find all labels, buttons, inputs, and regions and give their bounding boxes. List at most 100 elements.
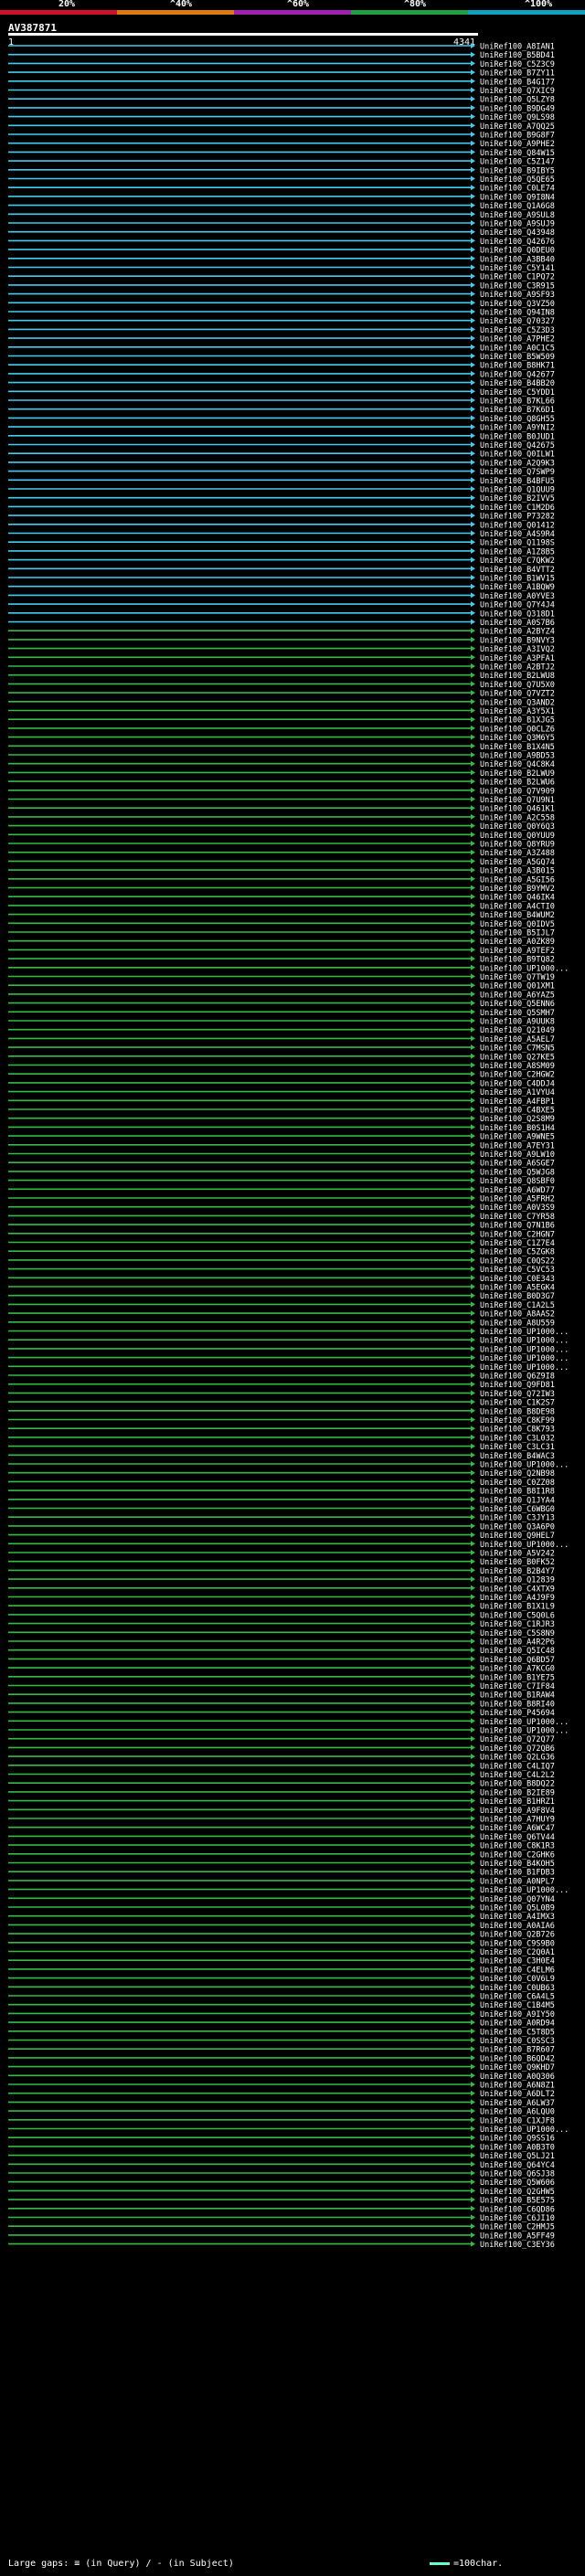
hit-id-link[interactable]: UniRef100_C7MSN5 — [480, 1044, 555, 1054]
hit-id-link[interactable]: UniRef100_B2IE89 — [480, 1788, 555, 1797]
hit-row[interactable]: UniRef100_C2HMJ5 — [8, 2223, 555, 2232]
hit-id-link[interactable]: UniRef100_Q46IK4 — [480, 894, 555, 903]
hit-row[interactable]: UniRef100_C6A4L5 — [8, 1993, 555, 2002]
hit-id-link[interactable]: UniRef100_A6WD77 — [480, 1186, 555, 1195]
hit-row[interactable]: UniRef100_B1RAW4 — [8, 1691, 555, 1701]
hit-id-link[interactable]: UniRef100_Q94IN8 — [480, 309, 555, 318]
hit-row[interactable]: UniRef100_A9F8V4 — [8, 1807, 555, 1816]
hit-row[interactable]: UniRef100_B2LWU8 — [8, 672, 555, 681]
hit-id-link[interactable]: UniRef100_Q0YUU9 — [480, 832, 555, 841]
hit-row[interactable]: UniRef100_B4WUM2 — [8, 911, 555, 920]
hit-id-link[interactable]: UniRef100_Q7XIC9 — [480, 87, 555, 96]
hit-row[interactable]: UniRef100_A8U559 — [8, 1319, 555, 1328]
hit-id-link[interactable]: UniRef100_A7QQ25 — [480, 122, 555, 132]
hit-row[interactable]: UniRef100_A6SGE7 — [8, 1160, 555, 1169]
hit-row[interactable]: UniRef100_Q461K1 — [8, 805, 555, 814]
hit-id-link[interactable]: UniRef100_C5S8N9 — [480, 1629, 555, 1638]
hit-id-link[interactable]: UniRef100_A9IY50 — [480, 2010, 555, 2019]
hit-row[interactable]: UniRef100_Q72QB6 — [8, 1744, 555, 1754]
hit-row[interactable]: UniRef100_A8IAN1 — [8, 43, 555, 52]
hit-row[interactable]: UniRef100_B4WAC3 — [8, 1452, 555, 1461]
hit-row[interactable]: UniRef100_B1X1L9 — [8, 1603, 555, 1612]
hit-id-link[interactable]: UniRef100_A5V242 — [480, 1550, 555, 1559]
hit-id-link[interactable]: UniRef100_Q8SBF0 — [480, 1177, 555, 1186]
hit-id-link[interactable]: UniRef100_B1X1L9 — [480, 1603, 555, 1612]
hit-id-link[interactable]: UniRef100_Q72IW3 — [480, 1390, 555, 1399]
hit-row[interactable]: UniRef100_B1YE75 — [8, 1673, 555, 1682]
hit-row[interactable]: UniRef100_Q46IK4 — [8, 894, 555, 903]
hit-row[interactable]: UniRef100_Q6TV44 — [8, 1833, 555, 1842]
hit-row[interactable]: UniRef100_Q9HEL7 — [8, 1532, 555, 1541]
hit-id-link[interactable]: UniRef100_A5AEL7 — [480, 1035, 555, 1044]
hit-row[interactable]: UniRef100_C4LIQ7 — [8, 1762, 555, 1771]
hit-id-link[interactable]: UniRef100_A6DLT2 — [480, 2090, 555, 2099]
hit-id-link[interactable]: UniRef100_Q42676 — [480, 238, 555, 247]
hit-id-link[interactable]: UniRef100_A6SGE7 — [480, 1160, 555, 1169]
hit-row[interactable]: UniRef100_A3Z488 — [8, 849, 555, 858]
hit-row[interactable]: UniRef100_A6LW37 — [8, 2099, 555, 2108]
hit-row[interactable]: UniRef100_A8AAS2 — [8, 1310, 555, 1320]
hit-id-link[interactable]: UniRef100_Q2NB98 — [480, 1469, 555, 1479]
hit-id-link[interactable]: UniRef100_B2LWU9 — [480, 769, 555, 779]
hit-row[interactable]: UniRef100_Q1JYA4 — [8, 1496, 555, 1505]
hit-id-link[interactable]: UniRef100_C7IF84 — [480, 1682, 555, 1691]
hit-row[interactable]: UniRef100_C5Y141 — [8, 264, 555, 273]
hit-row[interactable]: UniRef100_A9LW10 — [8, 1150, 555, 1160]
hit-row[interactable]: UniRef100_A3B015 — [8, 867, 555, 876]
hit-row[interactable]: UniRef100_UP1000... — [8, 1461, 569, 1470]
hit-row[interactable]: UniRef100_P45694 — [8, 1709, 555, 1718]
hit-id-link[interactable]: UniRef100_C7QKW2 — [480, 557, 555, 566]
hit-row[interactable]: UniRef100_A3BB40 — [8, 255, 555, 264]
hit-id-link[interactable]: UniRef100_B9TQ82 — [480, 956, 555, 965]
hit-row[interactable]: UniRef100_Q5SMH7 — [8, 1009, 555, 1018]
hit-row[interactable]: UniRef100_Q3VZ50 — [8, 300, 555, 309]
hit-id-link[interactable]: UniRef100_C4DDJ4 — [480, 1079, 555, 1088]
hit-id-link[interactable]: UniRef100_Q2LG36 — [480, 1754, 555, 1763]
hit-row[interactable]: UniRef100_A3Y5X1 — [8, 707, 555, 716]
hit-id-link[interactable]: UniRef100_Q8GH55 — [480, 415, 555, 424]
hit-row[interactable]: UniRef100_Q7U9N1 — [8, 796, 555, 805]
hit-id-link[interactable]: UniRef100_A1Z8B5 — [480, 547, 555, 557]
hit-id-link[interactable]: UniRef100_B8DE98 — [480, 1407, 555, 1416]
hit-row[interactable]: UniRef100_Q318D1 — [8, 610, 555, 619]
hit-row[interactable]: UniRef100_B2B4Y7 — [8, 1567, 555, 1576]
hit-id-link[interactable]: UniRef100_A3B015 — [480, 867, 555, 876]
hit-row[interactable]: UniRef100_B5BD41 — [8, 51, 555, 60]
hit-row[interactable]: UniRef100_Q2NB98 — [8, 1469, 555, 1479]
hit-id-link[interactable]: UniRef100_Q6TV44 — [480, 1833, 555, 1842]
hit-id-link[interactable]: UniRef100_A4J9F9 — [480, 1594, 555, 1603]
hit-row[interactable]: UniRef100_A4FBP1 — [8, 1097, 555, 1107]
hit-id-link[interactable]: UniRef100_C2HGN7 — [480, 1230, 555, 1239]
hit-row[interactable]: UniRef100_C8KF99 — [8, 1416, 555, 1426]
hit-id-link[interactable]: UniRef100_Q7U5X0 — [480, 681, 555, 690]
hit-id-link[interactable]: UniRef100_Q461K1 — [480, 805, 555, 814]
hit-row[interactable]: UniRef100_C0V6L9 — [8, 1975, 555, 1984]
hit-row[interactable]: UniRef100_Q5L0B9 — [8, 1904, 555, 1913]
hit-row[interactable]: UniRef100_A6N8Z1 — [8, 2082, 555, 2091]
hit-id-link[interactable]: UniRef100_C1K2S7 — [480, 1399, 555, 1408]
hit-row[interactable]: UniRef100_C0E343 — [8, 1275, 555, 1284]
hit-id-link[interactable]: UniRef100_A2BTJ2 — [480, 663, 555, 673]
hit-row[interactable]: UniRef100_C1XJF8 — [8, 2116, 555, 2125]
hit-row[interactable]: UniRef100_Q12839 — [8, 1576, 555, 1585]
hit-id-link[interactable]: UniRef100_Q5LJ21 — [480, 2152, 555, 2161]
hit-id-link[interactable]: UniRef100_C6A4L5 — [480, 1993, 555, 2002]
hit-id-link[interactable]: UniRef100_UP1000... — [480, 1541, 569, 1550]
hit-id-link[interactable]: UniRef100_A9PHE2 — [480, 140, 555, 149]
hit-row[interactable]: UniRef100_C5S8N9 — [8, 1629, 555, 1638]
hit-row[interactable]: UniRef100_Q3AND2 — [8, 698, 555, 707]
hit-id-link[interactable]: UniRef100_Q9KHD7 — [480, 2063, 555, 2072]
hit-row[interactable]: UniRef100_C5Q0L6 — [8, 1611, 555, 1620]
hit-id-link[interactable]: UniRef100_B5E575 — [480, 2197, 555, 2206]
hit-id-link[interactable]: UniRef100_C3LC31 — [480, 1443, 555, 1452]
hit-id-link[interactable]: UniRef100_Q7SWP9 — [480, 468, 555, 477]
hit-row[interactable]: UniRef100_B5W509 — [8, 353, 555, 362]
hit-row[interactable]: UniRef100_A5EGK4 — [8, 1284, 555, 1293]
hit-id-link[interactable]: UniRef100_Q64YC4 — [480, 2161, 555, 2170]
hit-id-link[interactable]: UniRef100_C6QD86 — [480, 2205, 555, 2214]
hit-id-link[interactable]: UniRef100_B7K6D1 — [480, 406, 555, 415]
hit-row[interactable]: UniRef100_A6LQU0 — [8, 2108, 555, 2117]
hit-row[interactable]: UniRef100_UP1000... — [8, 2125, 569, 2135]
hit-id-link[interactable]: UniRef100_B1X4N5 — [480, 743, 555, 752]
hit-id-link[interactable]: UniRef100_B5BD41 — [480, 51, 555, 60]
